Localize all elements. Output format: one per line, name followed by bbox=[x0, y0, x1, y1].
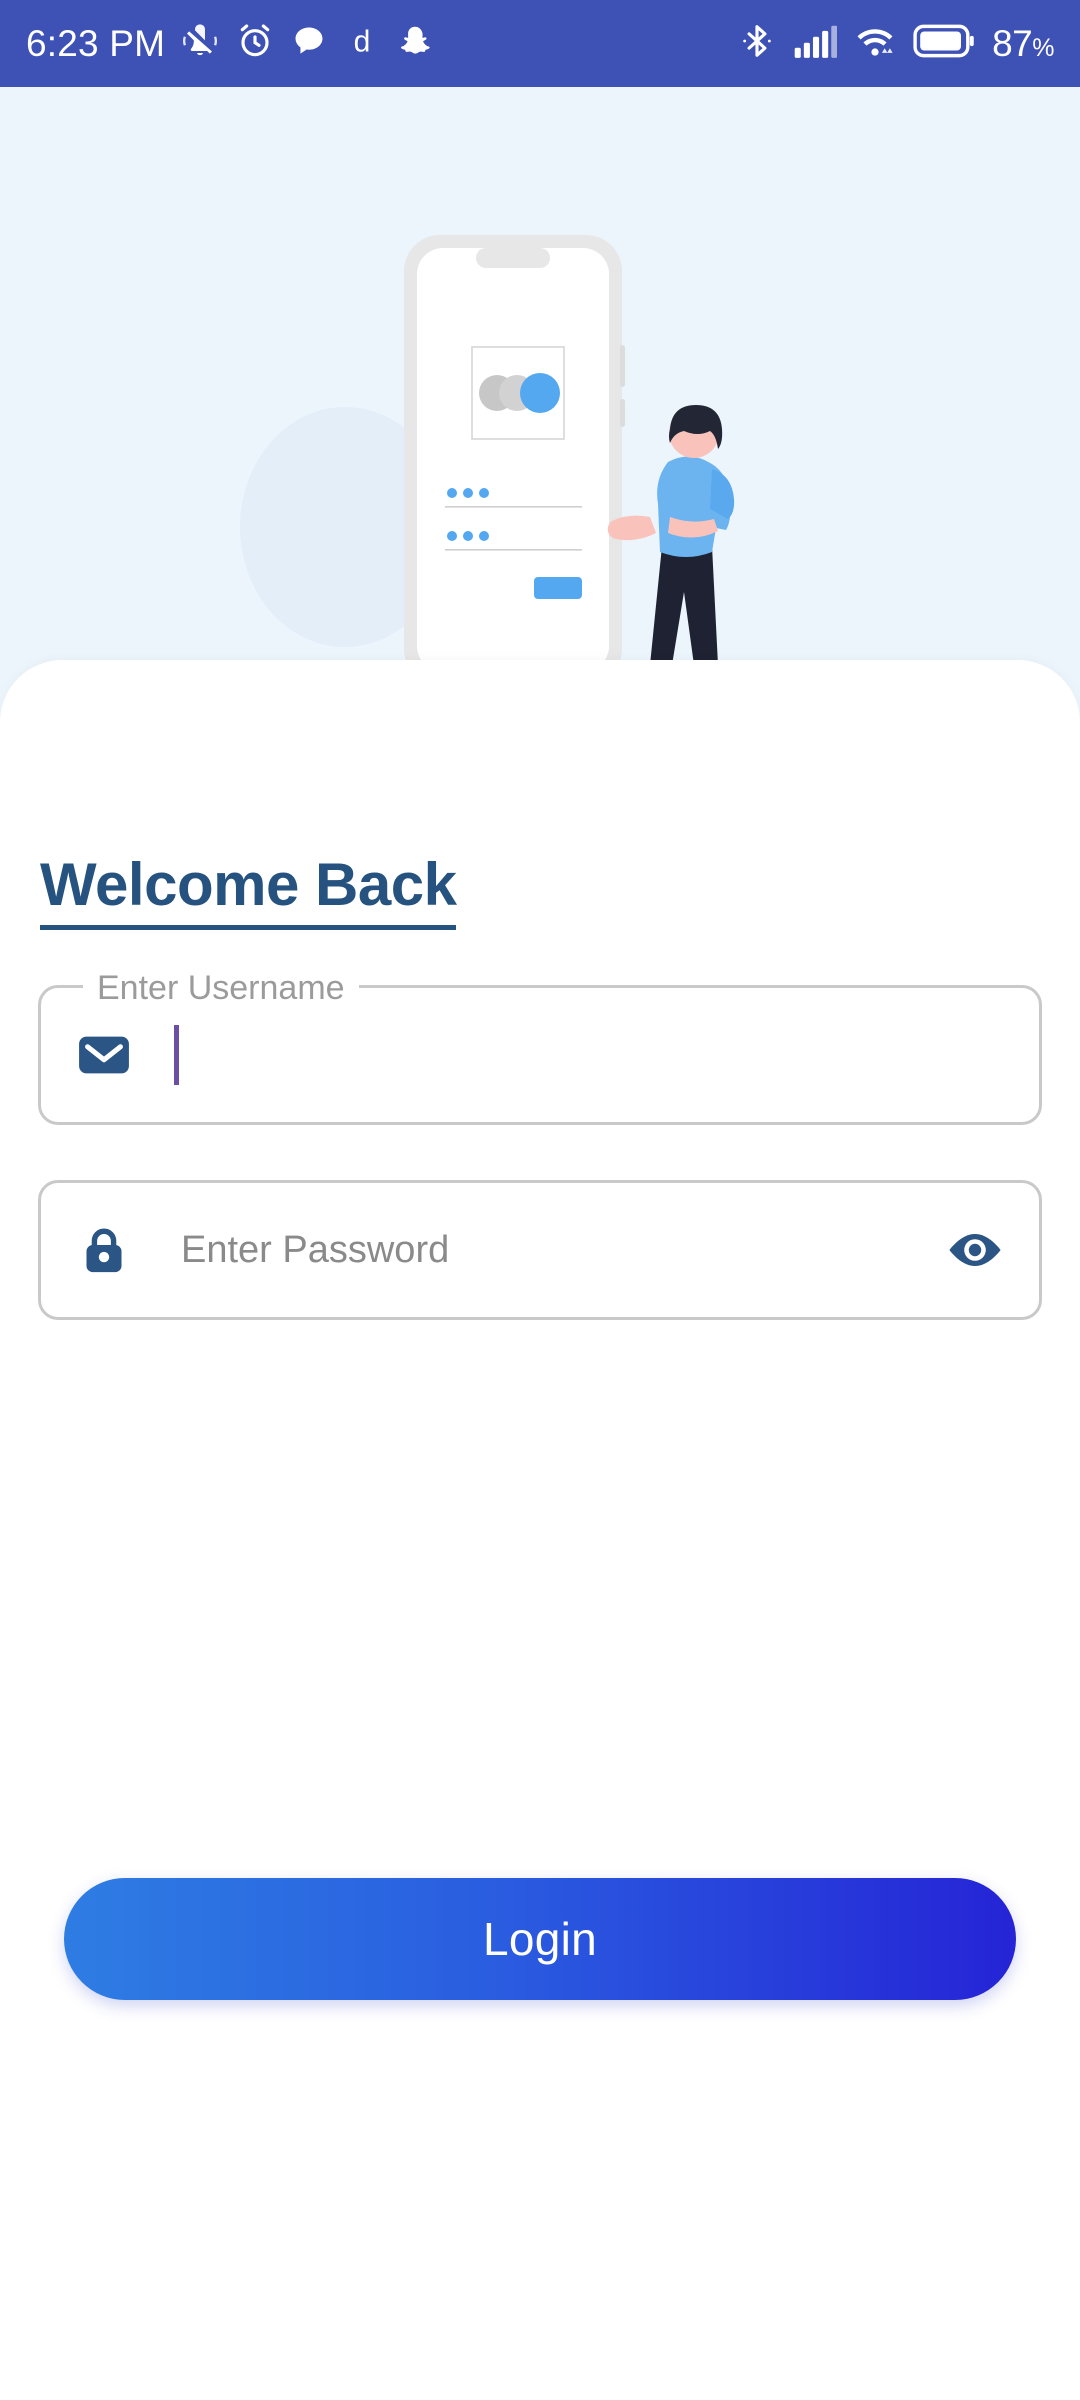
mail-envelope-icon bbox=[77, 1028, 131, 1082]
wifi-icon bbox=[854, 22, 896, 65]
battery-percent-label: 87% bbox=[992, 22, 1054, 64]
login-illustration bbox=[240, 235, 748, 685]
page-title-wrapper: Welcome Back bbox=[40, 850, 457, 930]
chat-bubble-icon bbox=[290, 22, 328, 65]
lock-icon bbox=[77, 1223, 131, 1277]
password-field[interactable]: Enter Password bbox=[38, 1180, 1042, 1320]
alarm-clock-icon bbox=[235, 21, 275, 66]
password-input[interactable]: Enter Password bbox=[181, 1229, 947, 1272]
page-title: Welcome Back bbox=[40, 850, 457, 930]
login-card: Welcome Back Enter Username Enter Passwo… bbox=[0, 660, 1080, 2400]
status-bar-left: 6:23 PM d bbox=[26, 21, 434, 66]
hero-illustration-area bbox=[0, 87, 1080, 687]
eye-visibility-icon[interactable] bbox=[947, 1229, 1003, 1271]
cellular-signal-icon bbox=[793, 22, 838, 65]
username-field-label: Enter Username bbox=[83, 966, 359, 1010]
snapchat-ghost-icon bbox=[396, 22, 434, 65]
bluetooth-icon bbox=[738, 22, 776, 65]
battery-icon bbox=[913, 24, 975, 63]
dailyhunt-icon: d bbox=[343, 22, 381, 65]
login-button[interactable]: Login bbox=[64, 1878, 1016, 2000]
username-text-caret bbox=[174, 1025, 179, 1085]
status-bar-clock: 6:23 PM bbox=[26, 22, 166, 64]
status-bar-right: 87% bbox=[738, 22, 1054, 65]
username-field[interactable]: Enter Username bbox=[38, 966, 1042, 1125]
login-button-label: Login bbox=[482, 1913, 598, 1965]
status-bar: 6:23 PM d 87% bbox=[0, 0, 1080, 87]
svg-text:d: d bbox=[354, 25, 371, 58]
vibrate-off-icon bbox=[180, 21, 220, 66]
